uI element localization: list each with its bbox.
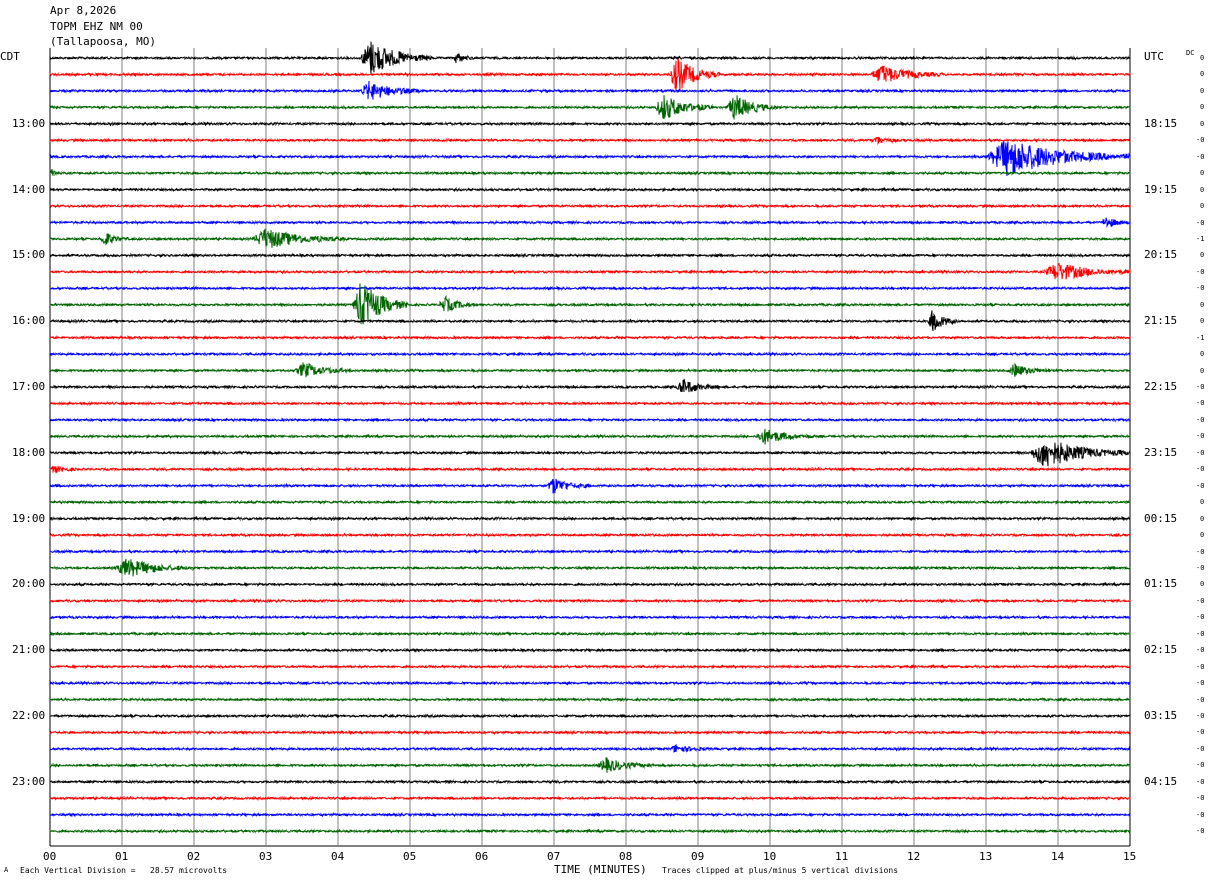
trace-2 [49, 80, 1131, 100]
trace-34 [49, 614, 1131, 621]
x-tick-label: 08 [619, 850, 633, 863]
x-tick-label: 11 [835, 850, 849, 863]
x-axis-label: TIME (MINUTES) [554, 863, 647, 876]
x-tick-label: 13 [979, 850, 993, 863]
trace-10 [49, 217, 1131, 228]
trace-30 [49, 548, 1131, 555]
x-tick-label: 12 [907, 850, 921, 863]
x-tick-label: 06 [475, 850, 489, 863]
trace-9 [49, 203, 1131, 209]
trace-38 [49, 680, 1131, 686]
trace-42 [49, 743, 1131, 753]
trace-5 [49, 136, 1131, 146]
trace-6 [49, 141, 1131, 176]
x-tick-label: 02 [187, 850, 201, 863]
trace-16 [49, 310, 1131, 332]
trace-20 [49, 378, 1131, 393]
trace-45 [49, 795, 1131, 801]
trace-23 [49, 428, 1131, 445]
trace-33 [49, 598, 1131, 604]
trace-41 [49, 729, 1131, 736]
trace-3 [49, 95, 1131, 120]
trace-25 [49, 465, 1131, 474]
trace-22 [49, 417, 1131, 423]
trace-44 [49, 778, 1131, 785]
trace-12 [49, 252, 1131, 259]
x-tick-label: 03 [259, 850, 273, 863]
trace-28 [49, 515, 1131, 522]
trace-14 [49, 285, 1131, 292]
trace-36 [49, 647, 1131, 653]
x-tick-label: 15 [1123, 850, 1137, 863]
trace-26 [49, 478, 1131, 494]
trace-13 [49, 262, 1131, 280]
x-tick-label: 00 [43, 850, 57, 863]
trace-18 [49, 351, 1131, 357]
trace-31 [49, 558, 1131, 577]
trace-35 [49, 631, 1131, 637]
trace-21 [49, 400, 1131, 407]
trace-27 [49, 499, 1131, 505]
trace-24 [49, 442, 1131, 467]
x-tick-label: 14 [1051, 850, 1065, 863]
trace-1 [49, 58, 1131, 91]
trace-11 [49, 228, 1131, 248]
trace-47 [49, 828, 1131, 834]
trace-29 [49, 532, 1131, 538]
seismogram-plot [49, 41, 1131, 847]
trace-17 [49, 334, 1131, 341]
trace-15 [49, 283, 1131, 325]
trace-19 [49, 362, 1131, 378]
x-tick-label: 10 [763, 850, 777, 863]
x-tick-label: 04 [331, 850, 345, 863]
trace-0 [49, 41, 1131, 74]
x-tick-label: 09 [691, 850, 705, 863]
trace-46 [49, 812, 1131, 818]
trace-8 [49, 186, 1131, 193]
x-tick-label: 07 [547, 850, 561, 863]
x-tick-label: 01 [115, 850, 129, 863]
trace-4 [49, 120, 1131, 127]
trace-43 [49, 757, 1131, 773]
footer-mark: A [4, 866, 9, 874]
footer-scale: Each Vertical Division = 28.57 microvolt… [20, 866, 228, 875]
x-tick-label: 05 [403, 850, 417, 863]
footer-clip-note: Traces clipped at plus/minus 5 vertical … [662, 866, 899, 875]
trace-7 [49, 168, 1131, 177]
trace-40 [49, 713, 1131, 719]
trace-32 [49, 581, 1131, 588]
trace-37 [49, 663, 1131, 670]
trace-39 [49, 696, 1131, 703]
